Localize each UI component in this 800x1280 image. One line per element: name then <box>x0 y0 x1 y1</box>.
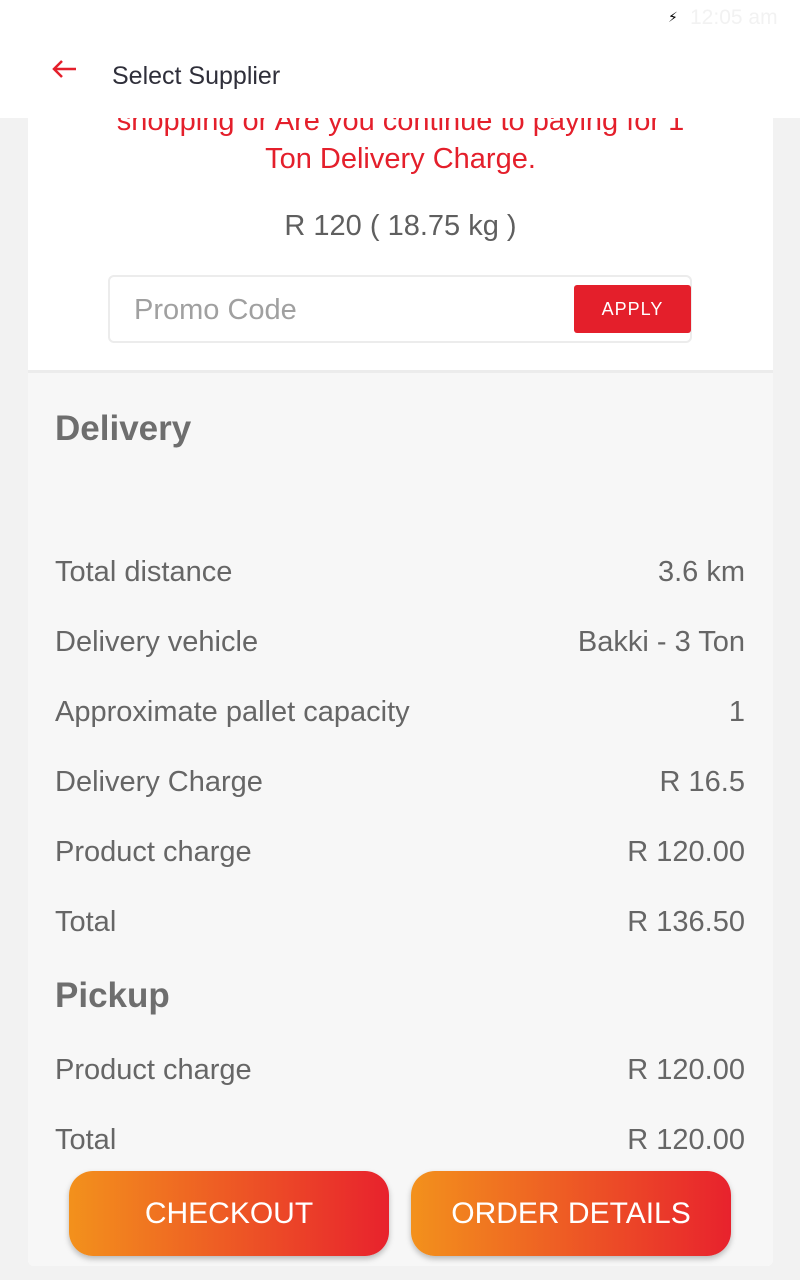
row-product-charge: Product charge R 120.00 <box>55 836 745 876</box>
row-total-distance: Total distance 3.6 km <box>55 556 745 596</box>
row-value: 1 <box>728 696 745 728</box>
delivery-title: Delivery <box>55 409 192 448</box>
page-title: Select Supplier <box>112 62 281 90</box>
row-pallet-capacity: Approximate pallet capacity 1 <box>55 696 745 736</box>
row-label: Product charge <box>55 1054 252 1086</box>
row-value: R 120.00 <box>627 836 745 868</box>
promo-code-input[interactable] <box>134 291 554 329</box>
status-bar: ⚡ 12:05 am <box>0 0 800 36</box>
row-label: Approximate pallet capacity <box>55 696 410 728</box>
order-details-button[interactable]: ORDER DETAILS <box>411 1171 731 1256</box>
arrow-left-icon[interactable] <box>50 54 80 84</box>
status-time: 12:05 am <box>690 6 778 29</box>
row-label: Product charge <box>55 836 252 868</box>
price-summary: R 120 ( 18.75 kg ) <box>284 210 517 242</box>
row-label: Total <box>55 906 117 938</box>
row-label: Delivery Charge <box>55 766 263 798</box>
row-value: R 136.50 <box>627 906 745 938</box>
apply-button[interactable]: APPLY <box>574 285 691 333</box>
row-label: Delivery vehicle <box>55 626 259 658</box>
warning-line-2: Ton Delivery Charge. <box>265 143 536 175</box>
order-summary: Delivery Total distance 3.6 km Delivery … <box>28 373 773 1266</box>
promo-box: APPLY <box>108 275 692 343</box>
row-value: Bakki - 3 Ton <box>577 626 745 658</box>
row-total: Total R 136.50 <box>55 906 745 946</box>
row-delivery-vehicle: Delivery vehicle Bakki - 3 Ton <box>55 626 745 666</box>
supplier-card: shopping or Are you continue to paying f… <box>28 100 773 1266</box>
toolbar: Select Supplier <box>0 36 800 118</box>
row-value: 3.6 km <box>657 556 745 588</box>
pickup-title: Pickup <box>55 976 170 1015</box>
row-pickup-product-charge: Product charge R 120.00 <box>55 1054 745 1094</box>
checkout-button[interactable]: CHECKOUT <box>69 1171 389 1256</box>
row-value: R 120.00 <box>627 1054 745 1086</box>
row-value: R 16.5 <box>659 766 745 798</box>
row-label: Total distance <box>55 556 233 588</box>
bolt-icon: ⚡ <box>668 9 678 25</box>
row-value: R 120.00 <box>627 1124 745 1156</box>
row-label: Total <box>55 1124 117 1156</box>
row-pickup-total: Total R 120.00 <box>55 1124 745 1164</box>
row-delivery-charge: Delivery Charge R 16.5 <box>55 766 745 806</box>
